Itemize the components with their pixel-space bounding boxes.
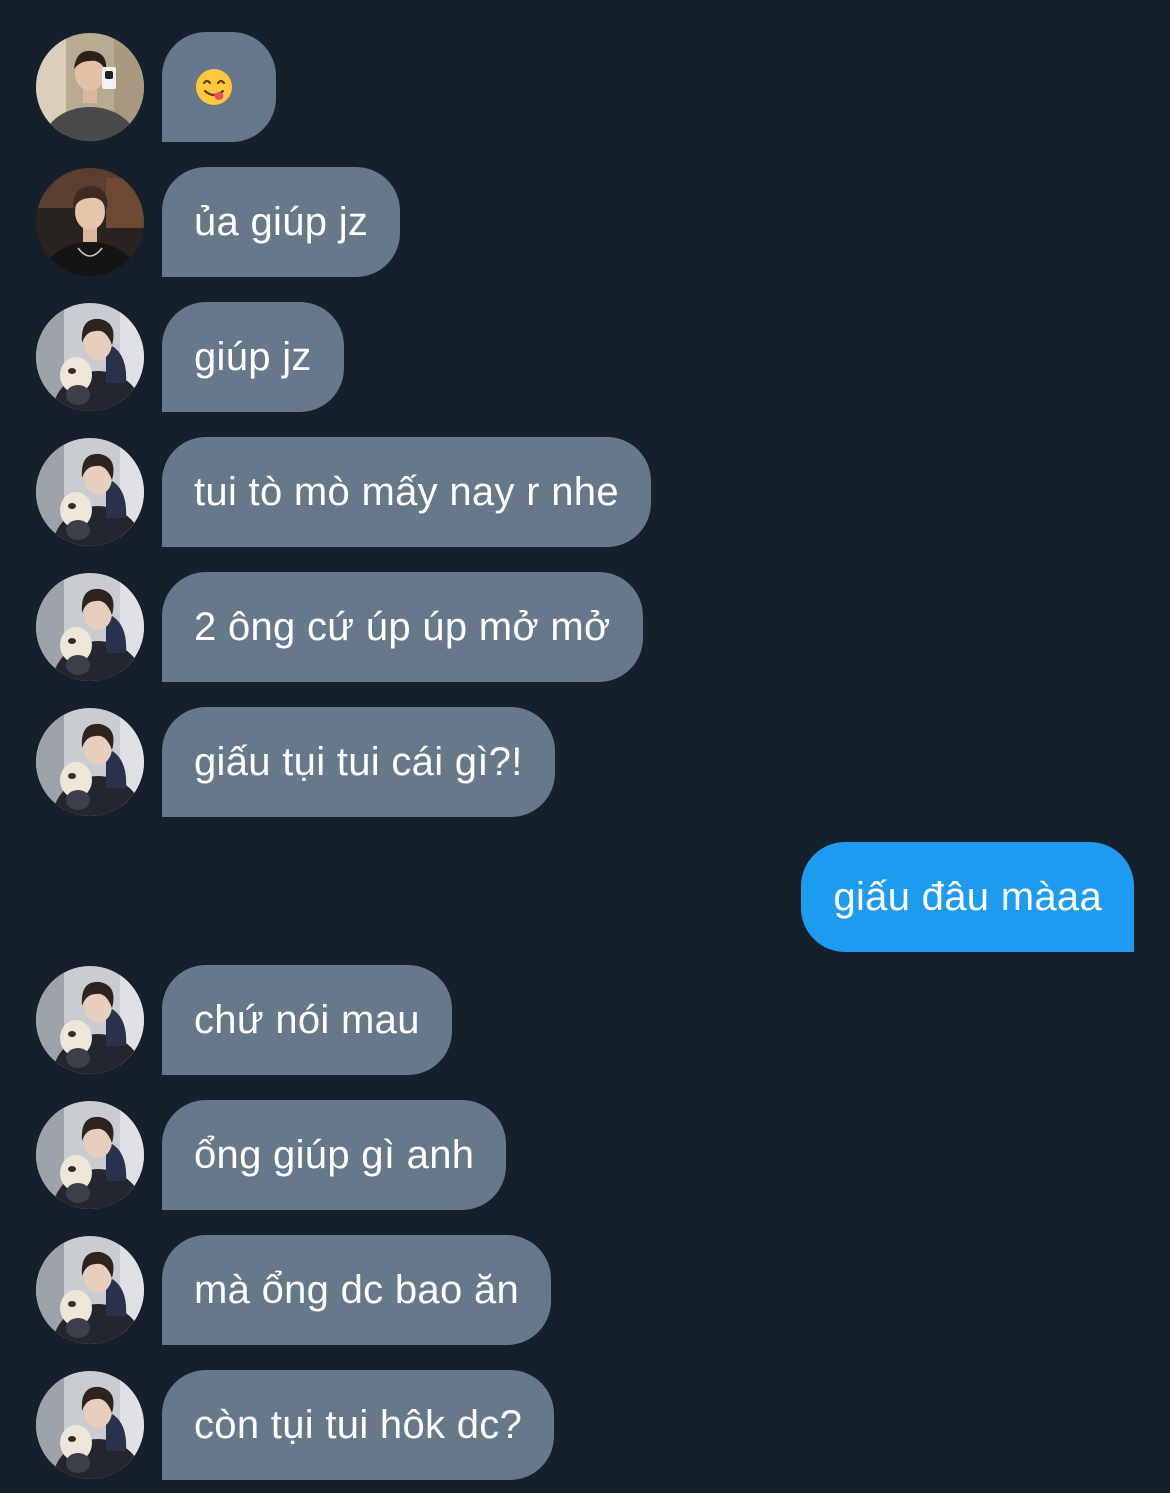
- message-text: ổng giúp gì anh: [194, 1132, 475, 1177]
- message-bubble[interactable]: chứ nói mau: [162, 965, 452, 1075]
- message-text: chứ nói mau: [194, 997, 420, 1042]
- message-text: giúp jz: [194, 334, 312, 379]
- message-bubble[interactable]: mà ổng dc bao ăn: [162, 1235, 552, 1345]
- avatar-with-puppy[interactable]: [36, 1236, 144, 1344]
- avatar-with-puppy[interactable]: [36, 966, 144, 1074]
- message-row: [0, 32, 1170, 142]
- message-text: còn tụi tui hôk dc?: [194, 1402, 523, 1447]
- message-bubble[interactable]: 2 ông cứ úp úp mở mở: [162, 572, 643, 682]
- message-bubble[interactable]: [162, 32, 276, 142]
- message-bubble[interactable]: tui tò mò mấy nay r nhe: [162, 437, 651, 547]
- face-savoring-food-icon: [196, 69, 232, 105]
- message-row: giúp jz: [0, 302, 1170, 412]
- message-text: tui tò mò mấy nay r nhe: [194, 469, 619, 514]
- message-bubble[interactable]: ổng giúp gì anh: [162, 1100, 507, 1210]
- message-text: 2 ông cứ úp úp mở mở: [194, 604, 611, 649]
- avatar-dark-portrait[interactable]: [36, 168, 144, 276]
- message-row: giấu đâu màaa: [0, 842, 1170, 952]
- message-row: 2 ông cứ úp úp mở mở: [0, 572, 1170, 682]
- sent-message-bubble[interactable]: giấu đâu màaa: [801, 842, 1134, 952]
- message-row: còn tụi tui hôk dc?: [0, 1370, 1170, 1480]
- avatar-with-puppy[interactable]: [36, 303, 144, 411]
- avatar-mirror-selfie[interactable]: [36, 33, 144, 141]
- message-bubble[interactable]: giấu tụi tui cái gì?!: [162, 707, 555, 817]
- message-row: ủa giúp jz: [0, 167, 1170, 277]
- avatar-with-puppy[interactable]: [36, 438, 144, 546]
- message-row: giấu tụi tui cái gì?!: [0, 707, 1170, 817]
- message-text: giấu tụi tui cái gì?!: [194, 739, 523, 784]
- message-row: chứ nói mau: [0, 965, 1170, 1075]
- message-bubble[interactable]: còn tụi tui hôk dc?: [162, 1370, 555, 1480]
- message-row: mà ổng dc bao ăn: [0, 1235, 1170, 1345]
- message-text: mà ổng dc bao ăn: [194, 1267, 520, 1312]
- avatar-with-puppy[interactable]: [36, 708, 144, 816]
- message-bubble[interactable]: ủa giúp jz: [162, 167, 401, 277]
- message-row: ổng giúp gì anh: [0, 1100, 1170, 1210]
- message-row: tui tò mò mấy nay r nhe: [0, 437, 1170, 547]
- message-bubble[interactable]: giúp jz: [162, 302, 344, 412]
- message-text: ủa giúp jz: [194, 199, 369, 244]
- avatar-with-puppy[interactable]: [36, 1371, 144, 1479]
- message-thread: ủa giúp jz giúp jz tui tò mò mấy nay r n…: [0, 0, 1170, 1493]
- avatar-with-puppy[interactable]: [36, 1101, 144, 1209]
- avatar-with-puppy[interactable]: [36, 573, 144, 681]
- message-text: giấu đâu màaa: [833, 874, 1102, 919]
